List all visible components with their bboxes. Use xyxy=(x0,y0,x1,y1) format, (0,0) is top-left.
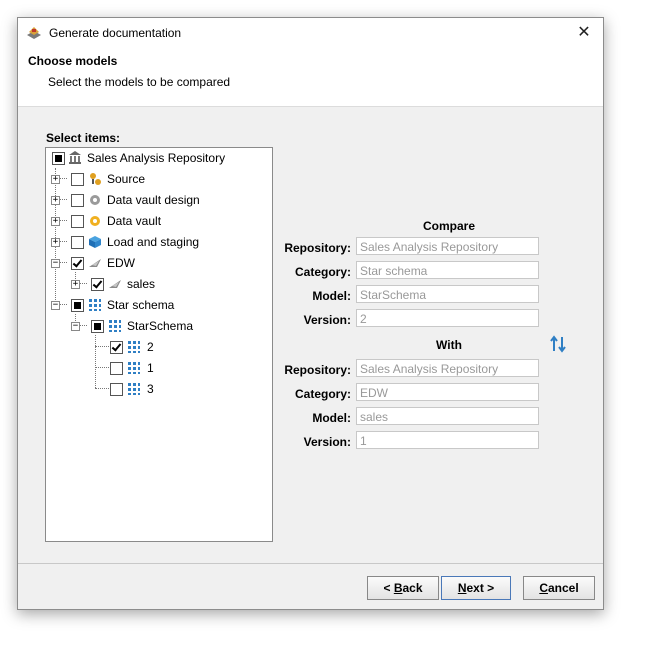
compare-heading: Compare xyxy=(422,219,475,233)
tree-node-label: 3 xyxy=(147,382,154,396)
footer-divider xyxy=(18,563,603,564)
model-tree[interactable]: Sales Analysis Repository + Source + Dat… xyxy=(45,147,273,542)
expand-toggle[interactable]: + xyxy=(51,238,60,247)
tree-node-label: StarSchema xyxy=(127,319,194,333)
checkbox[interactable] xyxy=(110,362,123,375)
edw-icon xyxy=(89,259,101,267)
select-items-label: Select items: xyxy=(46,131,121,145)
next-rest: ext xyxy=(466,581,484,595)
checkbox[interactable] xyxy=(52,152,65,165)
swap-arrows-icon[interactable] xyxy=(549,335,567,353)
with-category-label: Category: xyxy=(294,387,351,401)
window-title: Generate documentation xyxy=(49,26,182,40)
step-subtitle: Select the models to be compared xyxy=(48,75,231,89)
compare-repository-field: Sales Analysis Repository xyxy=(356,237,539,255)
expand-toggle[interactable]: + xyxy=(51,217,60,226)
cancel-button[interactable]: Cancel xyxy=(523,576,595,600)
compare-version-field: 2 xyxy=(356,309,539,327)
compare-category-field: Star schema xyxy=(356,261,539,279)
back-prefix: < xyxy=(383,581,394,595)
data-vault-design-icon xyxy=(90,195,100,205)
collapse-toggle[interactable]: − xyxy=(51,259,60,268)
dialog-window: Generate documentation ✕ Choose models S… xyxy=(17,17,604,610)
with-model-label: Model: xyxy=(312,411,351,425)
close-button[interactable]: ✕ xyxy=(573,22,595,44)
compare-model-label: Model: xyxy=(312,289,351,303)
tree-node-label: Data vault xyxy=(107,214,162,228)
back-button[interactable]: < Back xyxy=(367,576,439,600)
with-category-field: EDW xyxy=(356,383,539,401)
tree-node-label: 1 xyxy=(147,361,154,375)
checkbox[interactable] xyxy=(91,278,104,291)
edw-model-icon xyxy=(109,280,121,288)
with-model-field: sales xyxy=(356,407,539,425)
tree-node-label: Sales Analysis Repository xyxy=(87,151,226,165)
next-button[interactable]: Next > xyxy=(441,576,511,600)
cube-icon xyxy=(89,236,101,248)
compare-repository-label: Repository: xyxy=(284,241,351,255)
checkbox[interactable] xyxy=(71,173,84,186)
tree-connector xyxy=(95,388,109,389)
version-icon xyxy=(128,341,140,353)
checkbox[interactable] xyxy=(71,299,84,312)
checkbox[interactable] xyxy=(71,236,84,249)
checkbox[interactable] xyxy=(71,215,84,228)
checkbox[interactable] xyxy=(91,320,104,333)
compare-category-label: Category: xyxy=(294,265,351,279)
with-version-label: Version: xyxy=(303,435,351,449)
checkbox[interactable] xyxy=(110,341,123,354)
expand-toggle[interactable]: + xyxy=(51,175,60,184)
app-icon xyxy=(27,27,41,39)
wizard-header: Choose models Select the models to be co… xyxy=(18,48,603,107)
expand-toggle[interactable]: + xyxy=(71,280,80,289)
expand-toggle[interactable]: + xyxy=(51,196,60,205)
star-schema-model-icon xyxy=(109,320,121,332)
tree-node-label: Load and staging xyxy=(107,235,200,249)
tree-node-label: Source xyxy=(107,172,146,186)
cancel-rest: ancel xyxy=(547,581,579,595)
compare-model-field: StarSchema xyxy=(356,285,539,303)
tree-node-label: 2 xyxy=(147,340,154,354)
next-suffix: > xyxy=(483,581,495,595)
title-bar: Generate documentation ✕ xyxy=(18,18,603,48)
version-icon xyxy=(128,362,140,374)
tree-node-label: Data vault design xyxy=(107,193,200,207)
checkbox[interactable] xyxy=(71,257,84,270)
tree-node-label: sales xyxy=(127,277,156,291)
tree-connector xyxy=(95,346,109,347)
tree-connector xyxy=(95,367,109,368)
with-repository-label: Repository: xyxy=(284,363,351,377)
cancel-mnemonic: C xyxy=(539,581,548,595)
tree-node-label: EDW xyxy=(107,256,135,270)
collapse-toggle[interactable]: − xyxy=(71,322,80,331)
star-schema-icon xyxy=(89,299,101,311)
checkbox[interactable] xyxy=(71,194,84,207)
repository-icon xyxy=(69,151,81,164)
with-repository-field: Sales Analysis Repository xyxy=(356,359,539,377)
with-version-field: 1 xyxy=(356,431,539,449)
tree-connector xyxy=(55,168,56,304)
checkbox[interactable] xyxy=(110,383,123,396)
source-icon xyxy=(90,173,101,185)
tree-node-label: Star schema xyxy=(107,298,175,312)
compare-version-label: Version: xyxy=(303,313,351,327)
with-heading: With xyxy=(436,338,462,352)
tree-connector xyxy=(95,335,96,388)
data-vault-icon xyxy=(90,216,100,226)
step-title: Choose models xyxy=(28,54,118,68)
collapse-toggle[interactable]: − xyxy=(51,301,60,310)
version-icon xyxy=(128,383,140,395)
back-rest: ack xyxy=(402,581,423,595)
